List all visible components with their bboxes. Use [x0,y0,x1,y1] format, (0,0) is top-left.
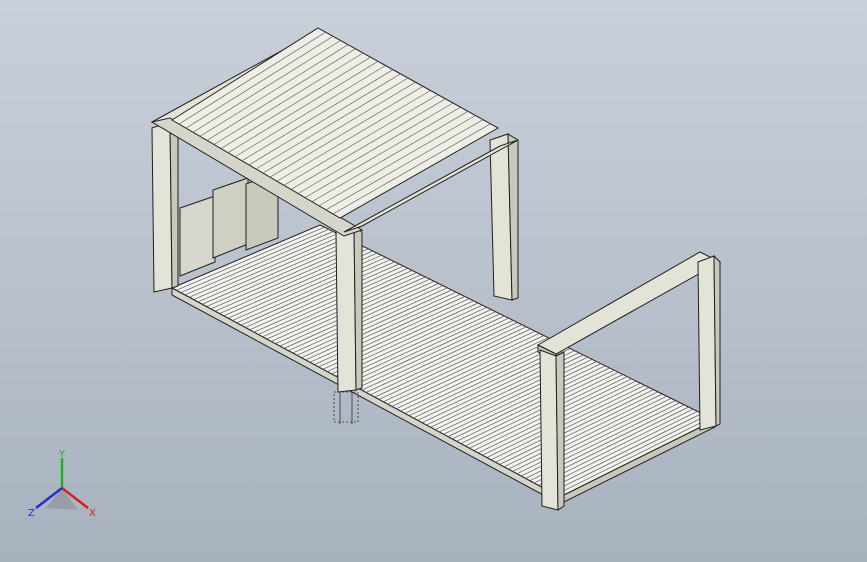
end-frame-beam [536,251,722,355]
post-front-middle [335,225,357,393]
wall-panel-mid [212,177,249,259]
z-axis-label: Z [28,508,35,519]
y-axis-label: Y [58,449,66,460]
post-front-middle-side [353,224,363,391]
x-axis-label: X [89,508,96,519]
wall-panel-left [179,195,216,277]
cad-viewport[interactable]: Y X Z [0,0,867,562]
post-far-right [697,255,717,431]
container-model-3d[interactable] [0,0,867,562]
post-rear-left-side [169,121,179,289]
post-front-right [539,349,559,511]
axis-triad: Y X Z [28,449,96,519]
triad-base-icon [46,488,78,510]
post-rear-left [151,121,173,293]
post-front-right-side [555,351,565,511]
footing-detail [333,391,359,424]
